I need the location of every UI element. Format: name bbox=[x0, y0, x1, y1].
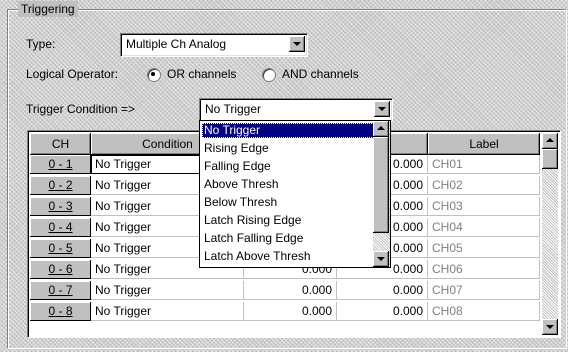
grid-vertical-scrollbar[interactable] bbox=[542, 133, 558, 335]
or-channels-radio[interactable] bbox=[147, 68, 161, 82]
row-header-label: 0 - 6 bbox=[48, 262, 73, 276]
and-channels-radio[interactable] bbox=[262, 68, 276, 82]
row-header[interactable]: 0 - 2 bbox=[30, 176, 91, 195]
label-cell[interactable]: CH05 bbox=[428, 239, 540, 258]
value-cell[interactable]: 0.000 bbox=[337, 302, 428, 321]
dropdown-option[interactable]: Above Thresh bbox=[202, 177, 374, 192]
dropdown-option[interactable]: Below Thresh bbox=[202, 195, 374, 210]
value-cell[interactable]: 0.000 bbox=[337, 281, 428, 300]
dropdown-option[interactable]: Latch Rising Edge bbox=[202, 213, 374, 228]
row-header[interactable]: 0 - 8 bbox=[30, 302, 91, 321]
dropdown-option[interactable]: Latch Falling Edge bbox=[202, 231, 374, 246]
logical-operator-label: Logical Operator: bbox=[26, 67, 119, 81]
row-header-label: 0 - 1 bbox=[48, 157, 73, 171]
dropdown-scrollbar[interactable] bbox=[373, 121, 390, 267]
dropdown-option[interactable]: Rising Edge bbox=[202, 141, 374, 156]
row-header[interactable]: 0 - 3 bbox=[30, 197, 91, 216]
dropdown-option[interactable]: Falling Edge bbox=[202, 159, 374, 174]
dropdown-scroll-down-button[interactable] bbox=[373, 251, 389, 267]
row-header[interactable]: 0 - 1 bbox=[30, 155, 91, 174]
arrow-up-icon bbox=[377, 126, 385, 130]
value-cell[interactable]: 0.000 bbox=[244, 302, 337, 321]
arrow-down-icon bbox=[377, 257, 385, 261]
label-cell[interactable]: CH04 bbox=[428, 218, 540, 237]
row-header-label: 0 - 8 bbox=[48, 304, 73, 318]
row-header-label: 0 - 2 bbox=[48, 178, 73, 192]
chevron-down-icon bbox=[378, 107, 386, 111]
trigger-condition-value: No Trigger bbox=[205, 102, 262, 116]
arrow-up-icon bbox=[546, 138, 554, 142]
label-cell[interactable]: CH01 bbox=[428, 155, 540, 174]
row-header-label: 0 - 4 bbox=[48, 220, 73, 234]
row-header-label: 0 - 5 bbox=[48, 241, 73, 255]
row-header-label: 0 - 7 bbox=[48, 283, 73, 297]
groupbox-title: Triggering bbox=[18, 1, 78, 17]
label-cell[interactable]: CH08 bbox=[428, 302, 540, 321]
trigger-condition-dropdown-button[interactable] bbox=[374, 101, 390, 117]
row-header[interactable]: 0 - 6 bbox=[30, 260, 91, 279]
scroll-thumb[interactable] bbox=[542, 149, 558, 169]
condition-cell[interactable]: No Trigger bbox=[91, 281, 244, 300]
value-cell[interactable]: 0.000 bbox=[244, 281, 337, 300]
condition-cell[interactable]: No Trigger bbox=[91, 302, 244, 321]
type-dropdown-button[interactable] bbox=[289, 36, 305, 52]
label-cell[interactable]: CH02 bbox=[428, 176, 540, 195]
trigger-condition-dropdown-list[interactable]: No Trigger Rising Edge Falling Edge Above T… bbox=[199, 120, 391, 268]
dropdown-scroll-up-button[interactable] bbox=[373, 121, 389, 137]
row-header[interactable]: 0 - 4 bbox=[30, 218, 91, 237]
type-value: Multiple Ch Analog bbox=[126, 37, 227, 51]
label-cell[interactable]: CH03 bbox=[428, 197, 540, 216]
scroll-down-button[interactable] bbox=[542, 319, 558, 335]
and-channels-label[interactable]: AND channels bbox=[282, 66, 359, 82]
column-header-label[interactable]: Label bbox=[428, 133, 540, 155]
row-header-label: 0 - 3 bbox=[48, 199, 73, 213]
radio-selected-dot bbox=[151, 72, 155, 76]
dropdown-option[interactable]: Latch Above Thresh bbox=[202, 249, 374, 264]
row-header[interactable]: 0 - 5 bbox=[30, 239, 91, 258]
dropdown-scroll-thumb[interactable] bbox=[373, 137, 389, 233]
type-label: Type: bbox=[26, 37, 56, 51]
trigger-condition-combobox[interactable]: No Trigger bbox=[199, 98, 393, 122]
scroll-up-button[interactable] bbox=[542, 133, 558, 149]
label-cell[interactable]: CH06 bbox=[428, 260, 540, 279]
column-header-ch[interactable]: CH bbox=[30, 133, 91, 155]
row-header[interactable]: 0 - 7 bbox=[30, 281, 91, 300]
arrow-down-icon bbox=[546, 325, 554, 329]
type-combobox[interactable]: Multiple Ch Analog bbox=[120, 33, 308, 57]
dropdown-option[interactable]: No Trigger bbox=[202, 123, 374, 138]
or-channels-label[interactable]: OR channels bbox=[167, 66, 236, 82]
label-cell[interactable]: CH07 bbox=[428, 281, 540, 300]
chevron-down-icon bbox=[293, 42, 301, 46]
trigger-condition-label: Trigger Condition => bbox=[26, 102, 135, 116]
